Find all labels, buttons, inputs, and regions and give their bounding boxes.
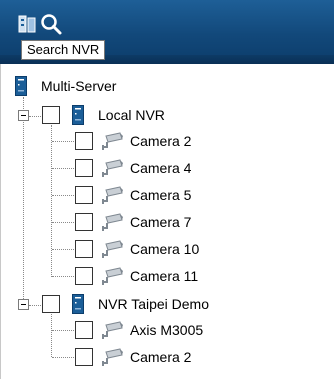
- camera-checkbox[interactable]: [75, 240, 93, 258]
- camera-label[interactable]: Camera 2: [130, 348, 191, 366]
- camera-checkbox[interactable]: [75, 321, 93, 339]
- group-local-nvr-label[interactable]: Local NVR: [98, 106, 165, 124]
- tree-connector: [52, 249, 74, 250]
- camera-label[interactable]: Camera 2: [130, 132, 191, 150]
- tree-connector: [52, 276, 74, 277]
- tree-connector: [29, 116, 41, 117]
- tree-connector: [51, 125, 52, 277]
- camera-checkbox[interactable]: [75, 213, 93, 231]
- collapse-local-nvr-button[interactable]: [18, 110, 29, 121]
- search-icon[interactable]: [40, 13, 62, 37]
- camera-icon: [101, 240, 123, 258]
- camera-checkbox[interactable]: [75, 132, 93, 150]
- camera-checkbox[interactable]: [75, 159, 93, 177]
- camera-icon: [101, 267, 123, 285]
- collapse-nvr-taipei-demo-button[interactable]: [18, 299, 29, 310]
- camera-icon: [101, 132, 123, 150]
- servers-icon[interactable]: [18, 13, 40, 37]
- tree-connector: [52, 222, 74, 223]
- camera-icon: [101, 186, 123, 204]
- camera-label[interactable]: Camera 5: [130, 186, 191, 204]
- search-nvr-tooltip: Search NVR: [21, 40, 106, 60]
- tree-connector: [52, 168, 74, 169]
- group-nvr-taipei-demo-label[interactable]: NVR Taipei Demo: [98, 295, 209, 313]
- tree-connector: [52, 195, 74, 196]
- server-icon: [72, 294, 84, 314]
- tree-root-label[interactable]: Multi-Server: [41, 77, 116, 95]
- camera-icon: [101, 159, 123, 177]
- camera-label[interactable]: Camera 4: [130, 159, 191, 177]
- camera-icon: [101, 348, 123, 366]
- local-nvr-checkbox[interactable]: [42, 106, 60, 124]
- camera-label[interactable]: Camera 10: [130, 240, 199, 258]
- camera-checkbox[interactable]: [75, 348, 93, 366]
- top-toolbar: Search NVR: [0, 0, 334, 64]
- tree-connector: [51, 314, 52, 357]
- tree-connector: [52, 141, 74, 142]
- camera-checkbox[interactable]: [75, 267, 93, 285]
- camera-label[interactable]: Axis M3005: [130, 321, 203, 339]
- nvr-taipei-demo-checkbox[interactable]: [42, 295, 60, 313]
- tree-connector: [52, 330, 74, 331]
- camera-icon: [101, 321, 123, 339]
- multi-server-icon: [15, 76, 27, 96]
- camera-label[interactable]: Camera 7: [130, 213, 191, 231]
- tree-connector: [29, 305, 41, 306]
- camera-checkbox[interactable]: [75, 186, 93, 204]
- tree-connector: [23, 97, 24, 305]
- tree-connector: [52, 357, 74, 358]
- server-icon: [72, 105, 84, 125]
- nvr-tree: Multi-Server Local NVR Camera 2 Camera 4…: [0, 64, 334, 379]
- camera-label[interactable]: Camera 11: [130, 267, 198, 285]
- camera-icon: [101, 213, 123, 231]
